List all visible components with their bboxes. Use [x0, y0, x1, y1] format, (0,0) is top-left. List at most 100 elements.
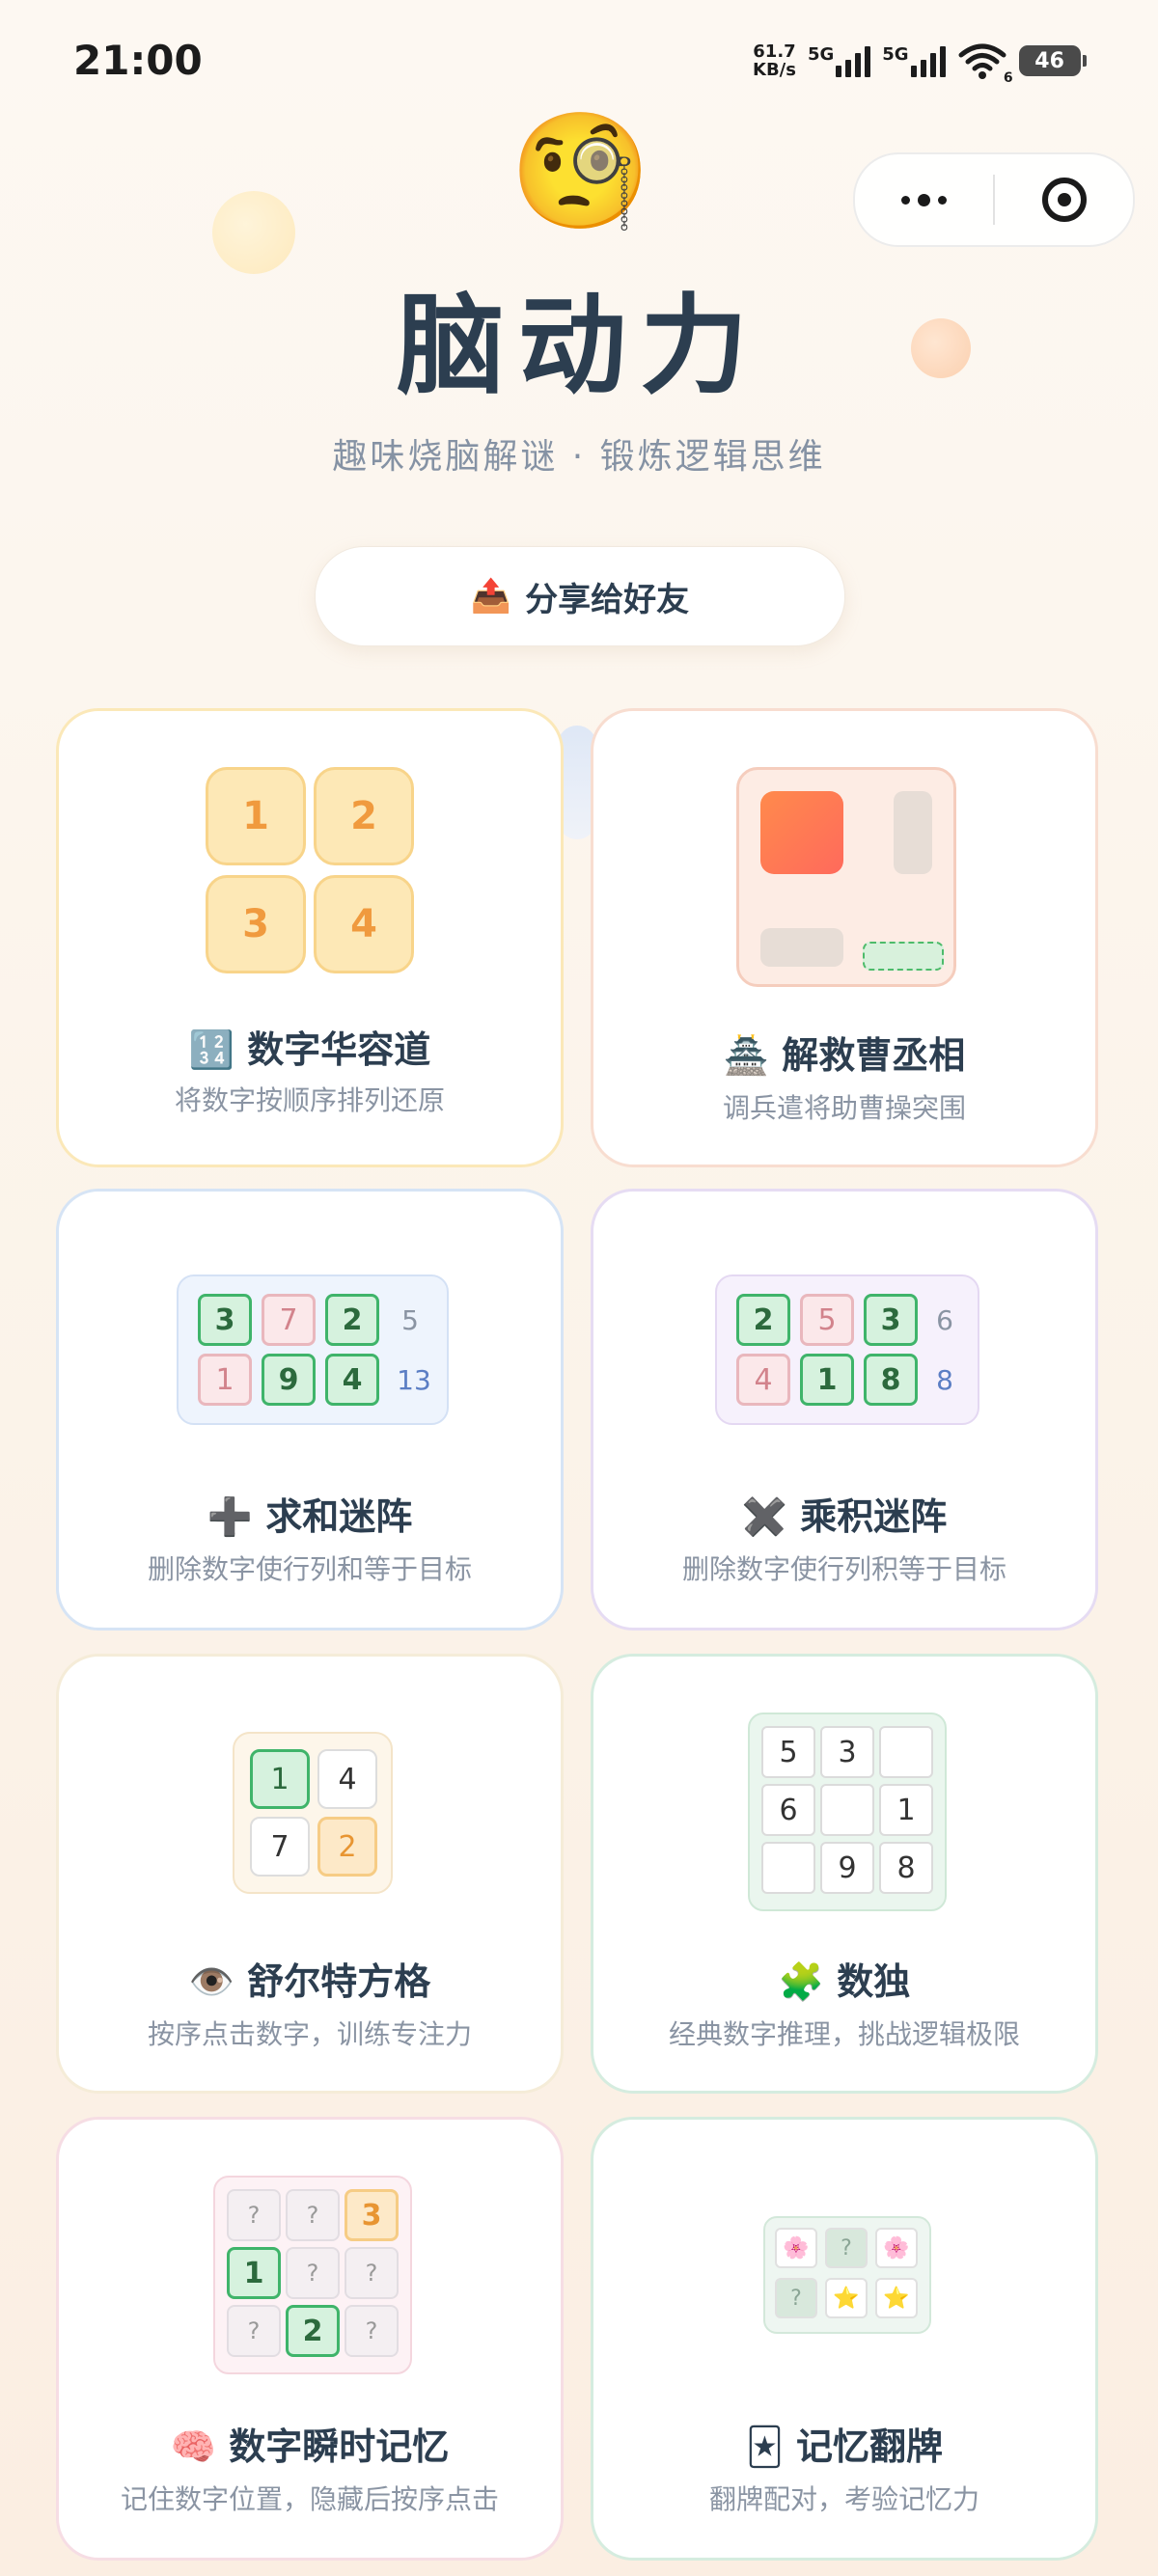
row-target: 6	[936, 1303, 953, 1336]
game-card-schulte[interactable]: 1 4 7 2 👁️ 舒尔特方格 按序点击数字，训练专注力	[56, 1654, 564, 2094]
grid-cell: 1	[800, 1354, 854, 1406]
game-name: 数字华容道	[247, 1028, 431, 1071]
caocao-block	[760, 791, 843, 874]
game-title: ✖️ 乘积迷阵	[593, 1487, 1095, 1540]
signal-icon: 5G	[808, 44, 871, 77]
game-name: 数独	[837, 1960, 911, 2003]
huarong-tile: 3	[206, 875, 306, 973]
card-cell: 🌸	[775, 2228, 817, 2268]
grid-cell: 7	[262, 1294, 316, 1346]
status-time: 21:00	[73, 37, 203, 84]
huarong-tile: 2	[314, 767, 414, 865]
game-name: 求和迷阵	[265, 1495, 413, 1538]
grid-cell: 2	[286, 2305, 340, 2357]
game-name: 解救曹丞相	[782, 1034, 966, 1077]
joker-card-icon: 🃏	[745, 2425, 784, 2468]
game-title: 👁️ 舒尔特方格	[59, 1952, 561, 2005]
puzzle-icon: 🧩	[778, 1960, 825, 2003]
grid-cell: 7	[250, 1817, 310, 1877]
grid-cell: ?	[227, 2305, 281, 2357]
game-name: 数字瞬时记忆	[229, 2425, 450, 2468]
product-grid-illustration: 2 5 3 6 4 1 8 8	[715, 1274, 979, 1425]
grid-cell: 1	[227, 2247, 281, 2299]
grid-cell: 3	[345, 2189, 399, 2241]
game-card-caocao[interactable]: 🏯 解救曹丞相 调兵遣将助曹操突围	[591, 708, 1098, 1167]
game-description: 按序点击数字，训练专注力	[147, 2018, 472, 2050]
share-icon: 📤	[470, 577, 512, 616]
grid-cell	[820, 1784, 874, 1836]
grid-cell: 6	[761, 1784, 815, 1836]
sum-grid-illustration: 3 7 2 5 1 9 4 13	[177, 1274, 449, 1425]
grid-cell: 4	[325, 1354, 379, 1406]
huarong-tile: 1	[206, 767, 306, 865]
game-description: 记住数字位置，隐藏后按序点击	[120, 2483, 499, 2515]
grid-cell: ?	[345, 2305, 399, 2357]
share-button[interactable]: 📤 分享给好友	[315, 546, 845, 646]
game-card-sum-maze[interactable]: 3 7 2 5 1 9 4 13 ➕ 求和迷阵 删除数字使行列和等于目标	[56, 1189, 564, 1631]
wifi-badge: 6	[1003, 70, 1013, 86]
more-button[interactable]	[855, 154, 993, 245]
battery-icon: 46	[1018, 45, 1087, 76]
close-miniprogram-button[interactable]	[995, 154, 1133, 245]
grid-cell: 9	[262, 1354, 316, 1406]
klotski-board-illustration	[736, 767, 956, 987]
row-target: 13	[397, 1363, 431, 1396]
brain-icon: 🧠	[170, 2425, 217, 2468]
grid-cell: ?	[286, 2189, 340, 2241]
grid-cell: 8	[879, 1842, 933, 1894]
vertical-block	[894, 791, 932, 874]
card-cell: ?	[775, 2278, 817, 2318]
battery-level: 46	[1034, 48, 1064, 73]
card-cell: ⭐	[825, 2278, 868, 2318]
exit-zone	[863, 942, 944, 971]
app-title: 脑动力	[397, 284, 761, 409]
eye-icon: 👁️	[188, 1960, 235, 2003]
signal-icon-2: 5G	[882, 44, 946, 77]
grid-cell: ?	[227, 2189, 281, 2241]
grid-cell: 3	[198, 1294, 252, 1346]
game-name: 记忆翻牌	[796, 2425, 944, 2468]
miniprogram-capsule	[853, 152, 1135, 247]
card-cell: 🌸	[875, 2228, 918, 2268]
game-card-product-maze[interactable]: 2 5 3 6 4 1 8 8 ✖️ 乘积迷阵 删除数字使行列积等于目标	[591, 1189, 1098, 1631]
game-title: 🧩 数独	[593, 1952, 1095, 2005]
grid-cell: 5	[761, 1726, 815, 1778]
game-title: 🔢 数字华容道	[59, 1020, 561, 1073]
grid-cell: ?	[286, 2247, 340, 2299]
grid-cell: 4	[736, 1354, 790, 1406]
game-card-huarong[interactable]: 1 2 3 4 🔢 数字华容道 将数字按顺序排列还原	[56, 708, 564, 1167]
grid-cell: 8	[864, 1354, 918, 1406]
flip-cards-illustration: 🌸 ? 🌸 ? ⭐ ⭐	[763, 2216, 931, 2334]
monocle-face-icon: 🧐	[510, 104, 651, 237]
game-title: 🧠 数字瞬时记忆	[59, 2417, 561, 2470]
more-icon	[901, 193, 947, 206]
card-cell: ⭐	[875, 2278, 918, 2318]
game-name: 舒尔特方格	[247, 1960, 431, 2003]
game-description: 删除数字使行列和等于目标	[147, 1553, 472, 1585]
game-name: 乘积迷阵	[800, 1495, 948, 1538]
numbers-icon: 🔢	[188, 1028, 235, 1071]
grid-cell: 1	[879, 1784, 933, 1836]
game-card-instant-memory[interactable]: ? ? 3 1 ? ? ? 2 ? 🧠 数字瞬时记忆 记住数字位置，隐藏后按序点…	[56, 2117, 564, 2561]
game-description: 调兵遣将助曹操突围	[722, 1092, 966, 1124]
game-description: 删除数字使行列积等于目标	[681, 1553, 1006, 1585]
row-target: 5	[401, 1303, 419, 1336]
game-description: 将数字按顺序排列还原	[174, 1084, 445, 1116]
schulte-grid-illustration: 1 4 7 2	[233, 1732, 393, 1894]
grid-cell: 2	[325, 1294, 379, 1346]
grid-cell: 1	[198, 1354, 252, 1406]
grid-cell: 3	[864, 1294, 918, 1346]
game-card-sudoku[interactable]: 5 3 6 1 9 8 🧩 数独 经典数字推理，挑战逻辑极限	[591, 1654, 1098, 2094]
grid-cell: 4	[317, 1749, 377, 1809]
grid-cell: 9	[820, 1842, 874, 1894]
game-title: 🏯 解救曹丞相	[593, 1026, 1095, 1079]
castle-icon: 🏯	[723, 1034, 770, 1077]
game-card-flip-cards[interactable]: 🌸 ? 🌸 ? ⭐ ⭐ 🃏 记忆翻牌 翻牌配对，考验记忆力	[591, 2117, 1098, 2561]
horizontal-block	[760, 928, 843, 967]
grid-cell	[879, 1726, 933, 1778]
game-title: ➕ 求和迷阵	[59, 1487, 561, 1540]
share-label: 分享给好友	[525, 580, 690, 619]
game-title: 🃏 记忆翻牌	[593, 2417, 1095, 2470]
network-speed-value: 61.7	[753, 41, 796, 62]
network-speed-unit: KB/s	[753, 60, 796, 80]
